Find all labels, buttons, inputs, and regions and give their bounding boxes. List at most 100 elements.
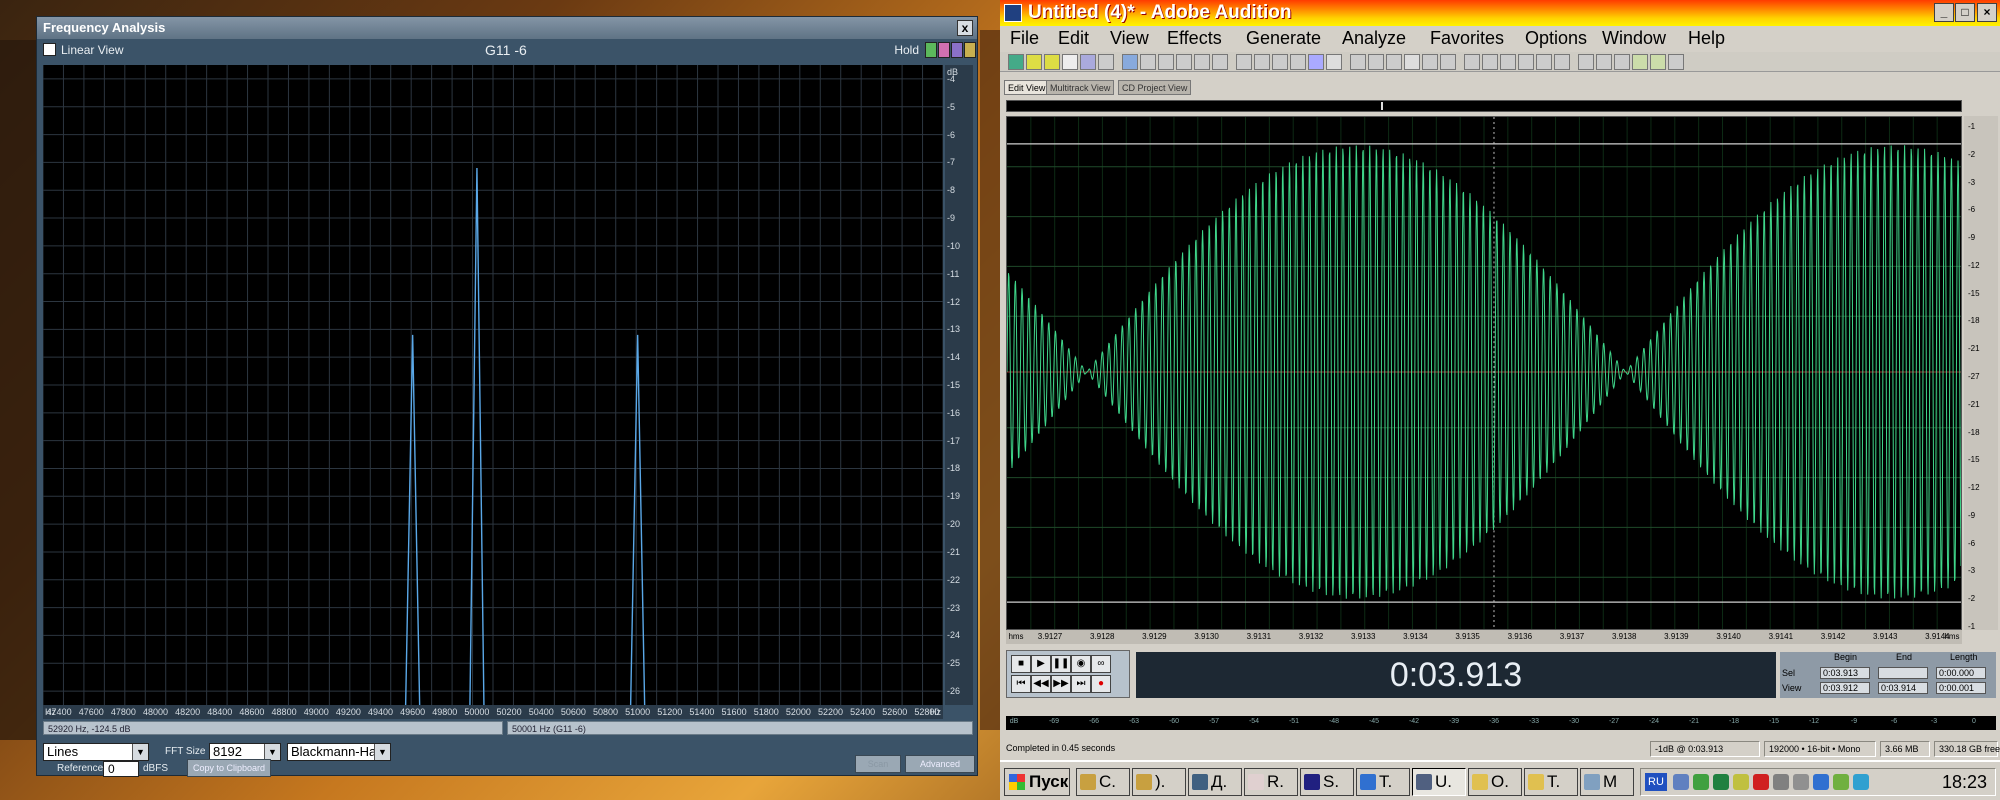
security-shield-icon[interactable] (1733, 774, 1749, 790)
menu-generate[interactable]: Generate (1246, 26, 1321, 50)
taskbar-button[interactable]: C. (1076, 768, 1130, 796)
menu-effects[interactable]: Effects (1167, 26, 1222, 50)
toolbar-tool-icon[interactable] (1008, 54, 1024, 70)
toolbar-tool-icon[interactable] (1464, 54, 1480, 70)
toolbar-tool-icon[interactable] (1290, 54, 1306, 70)
toolbar-tool-icon[interactable] (1368, 54, 1384, 70)
advanced-button[interactable]: Advanced (905, 755, 975, 773)
audition-titlebar[interactable]: Untitled (4)* - Adobe Audition _ □ × (1000, 0, 2000, 26)
taskbar-button[interactable]: Д. (1188, 768, 1242, 796)
menu-help[interactable]: Help (1688, 26, 1725, 50)
toolbar-tool-icon[interactable] (1176, 54, 1192, 70)
taskbar-button[interactable]: S. (1300, 768, 1354, 796)
toolbar-tool-icon[interactable] (1482, 54, 1498, 70)
menu-window[interactable]: Window (1602, 26, 1666, 50)
maximize-button[interactable]: □ (1955, 3, 1975, 22)
battery-icon[interactable] (1693, 774, 1709, 790)
stop-button[interactable]: ■ (1011, 655, 1031, 673)
toolbar-tool-icon[interactable] (1308, 54, 1324, 70)
toolbar-tool-icon[interactable] (1080, 54, 1096, 70)
spectrum-plot[interactable] (43, 65, 943, 705)
hold-color-pink-button[interactable] (938, 42, 950, 58)
update-icon[interactable] (1853, 774, 1869, 790)
record-button[interactable]: ● (1091, 675, 1111, 693)
menu-favorites[interactable]: Favorites (1430, 26, 1504, 50)
play-button[interactable]: ▶ (1031, 655, 1051, 673)
toolbar-tool-icon[interactable] (1062, 54, 1078, 70)
toolbar-tool-icon[interactable] (1326, 54, 1342, 70)
toolbar-tool-icon[interactable] (1554, 54, 1570, 70)
toolbar-tool-icon[interactable] (1500, 54, 1516, 70)
toolbar-tool-icon[interactable] (1386, 54, 1402, 70)
tab-cd-project-view[interactable]: CD Project View (1118, 80, 1192, 95)
menu-edit[interactable]: Edit (1058, 26, 1089, 50)
toolbar-tool-icon[interactable] (1254, 54, 1270, 70)
menu-file[interactable]: File (1010, 26, 1039, 50)
taskbar-button[interactable]: M (1580, 768, 1634, 796)
fast-forward-button[interactable]: ▶▶ (1051, 675, 1071, 693)
toolbar-tool-icon[interactable] (1272, 54, 1288, 70)
copy-to-clipboard-button[interactable]: Copy to Clipboard (187, 759, 271, 777)
toolbar-tool-icon[interactable] (1440, 54, 1456, 70)
selection-begin-field[interactable]: 0:03.913 (1820, 667, 1870, 679)
close-button[interactable]: x (957, 20, 973, 36)
audition-app-icon[interactable] (1004, 4, 1022, 22)
hold-color-purple-button[interactable] (951, 42, 963, 58)
taskbar-button[interactable]: U. (1412, 768, 1466, 796)
toolbar-tool-icon[interactable] (1212, 54, 1228, 70)
language-indicator[interactable]: RU (1645, 773, 1667, 791)
go-to-end-button[interactable]: ⏭ (1071, 675, 1091, 693)
start-button[interactable]: Пуск (1004, 768, 1070, 796)
reference-input[interactable]: 0 (103, 761, 139, 777)
toolbar-tool-icon[interactable] (1026, 54, 1042, 70)
toolbar-tool-icon[interactable] (1122, 54, 1138, 70)
toolbar-tool-icon[interactable] (1158, 54, 1174, 70)
toolbar-tool-icon[interactable] (1194, 54, 1210, 70)
shield-icon[interactable] (1813, 774, 1829, 790)
toolbar-tool-icon[interactable] (1668, 54, 1684, 70)
selection-end-field[interactable] (1878, 667, 1928, 679)
pause-button[interactable]: ❚❚ (1051, 655, 1071, 673)
tab-multitrack-view[interactable]: Multitrack View (1046, 80, 1115, 95)
loop-button[interactable]: ∞ (1091, 655, 1111, 673)
hold-color-yellow-button[interactable] (964, 42, 976, 58)
monitor-icon[interactable] (1713, 774, 1729, 790)
antivirus-icon[interactable] (1753, 774, 1769, 790)
toolbar-tool-icon[interactable] (1614, 54, 1630, 70)
toolbar-tool-icon[interactable] (1404, 54, 1420, 70)
plot-mode-select[interactable]: Lines ▼ (43, 743, 149, 761)
toolbar-tool-icon[interactable] (1350, 54, 1366, 70)
window-function-select[interactable]: Blackmann-Har ▼ (287, 743, 391, 761)
view-begin-field[interactable]: 0:03.912 (1820, 682, 1870, 694)
close-button[interactable]: × (1977, 3, 1997, 22)
view-end-field[interactable]: 0:03.914 (1878, 682, 1928, 694)
taskbar-button[interactable]: T. (1356, 768, 1410, 796)
toolbar-tool-icon[interactable] (1518, 54, 1534, 70)
toolbar-tool-icon[interactable] (1650, 54, 1666, 70)
menu-analyze[interactable]: Analyze (1342, 26, 1406, 50)
taskbar-button[interactable]: R. (1244, 768, 1298, 796)
toolbar-tool-icon[interactable] (1632, 54, 1648, 70)
play-to-end-button[interactable]: ◉ (1071, 655, 1091, 673)
device-icon[interactable] (1793, 774, 1809, 790)
toolbar-tool-icon[interactable] (1236, 54, 1252, 70)
network-icon[interactable] (1673, 774, 1689, 790)
scan-button[interactable]: Scan (855, 755, 901, 773)
go-to-start-button[interactable]: ⏮ (1011, 675, 1031, 693)
toolbar-tool-icon[interactable] (1596, 54, 1612, 70)
time-ruler[interactable]: hms 3.9127 3.9128 3.9129 3.9130 3.9131 3.9132 3… (1006, 630, 1962, 644)
waveform-display[interactable] (1006, 116, 1962, 630)
toolbar-tool-icon[interactable] (1578, 54, 1594, 70)
waveform-overview[interactable] (1006, 100, 1962, 112)
view-length-field[interactable]: 0:00.001 (1936, 682, 1986, 694)
volume-icon[interactable] (1773, 774, 1789, 790)
tab-edit-view[interactable]: Edit View (1004, 80, 1050, 95)
menu-options[interactable]: Options (1525, 26, 1587, 50)
hold-color-green-button[interactable] (925, 42, 937, 58)
rewind-button[interactable]: ◀◀ (1031, 675, 1051, 693)
window-titlebar[interactable]: Frequency Analysis x (37, 17, 977, 39)
minimize-button[interactable]: _ (1934, 3, 1954, 22)
toolbar-tool-icon[interactable] (1422, 54, 1438, 70)
toolbar-tool-icon[interactable] (1140, 54, 1156, 70)
graphics-driver-icon[interactable] (1833, 774, 1849, 790)
